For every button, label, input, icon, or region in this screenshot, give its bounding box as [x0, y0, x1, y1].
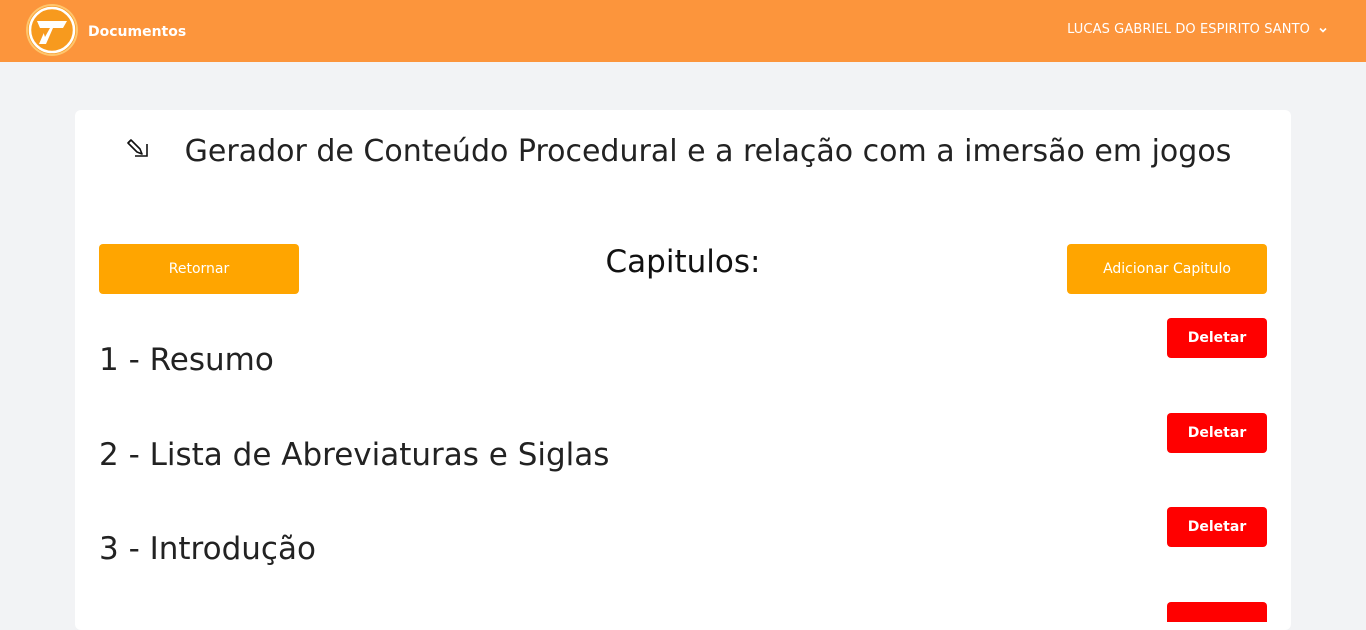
brand-title[interactable]: Documentos — [88, 24, 186, 40]
user-menu[interactable]: LUCAS GABRIEL DO ESPIRITO SANTO — [1067, 22, 1328, 37]
delete-chapter-button-partial[interactable] — [1167, 602, 1267, 622]
document-card: Gerador de Conteúdo Procedural e a relaç… — [75, 110, 1291, 630]
chapter-item[interactable]: 1 - Resumo — [99, 342, 274, 378]
delete-chapter-button[interactable]: Deletar — [1167, 413, 1267, 453]
document-title: Gerador de Conteúdo Procedural e a relaç… — [184, 134, 1232, 169]
chapter-item[interactable]: 2 - Lista de Abreviaturas e Siglas — [99, 437, 609, 473]
app-logo[interactable] — [26, 4, 78, 56]
delete-chapter-button[interactable]: Deletar — [1167, 507, 1267, 547]
chevron-down-icon — [1319, 27, 1327, 33]
add-chapter-button[interactable]: Adicionar Capitulo — [1067, 244, 1267, 294]
top-navbar: Documentos LUCAS GABRIEL DO ESPIRITO SAN… — [0, 0, 1366, 62]
user-name: LUCAS GABRIEL DO ESPIRITO SANTO — [1067, 22, 1310, 37]
delete-chapter-button[interactable]: Deletar — [1167, 318, 1267, 358]
chapter-item[interactable]: 3 - Introdução — [99, 531, 316, 567]
